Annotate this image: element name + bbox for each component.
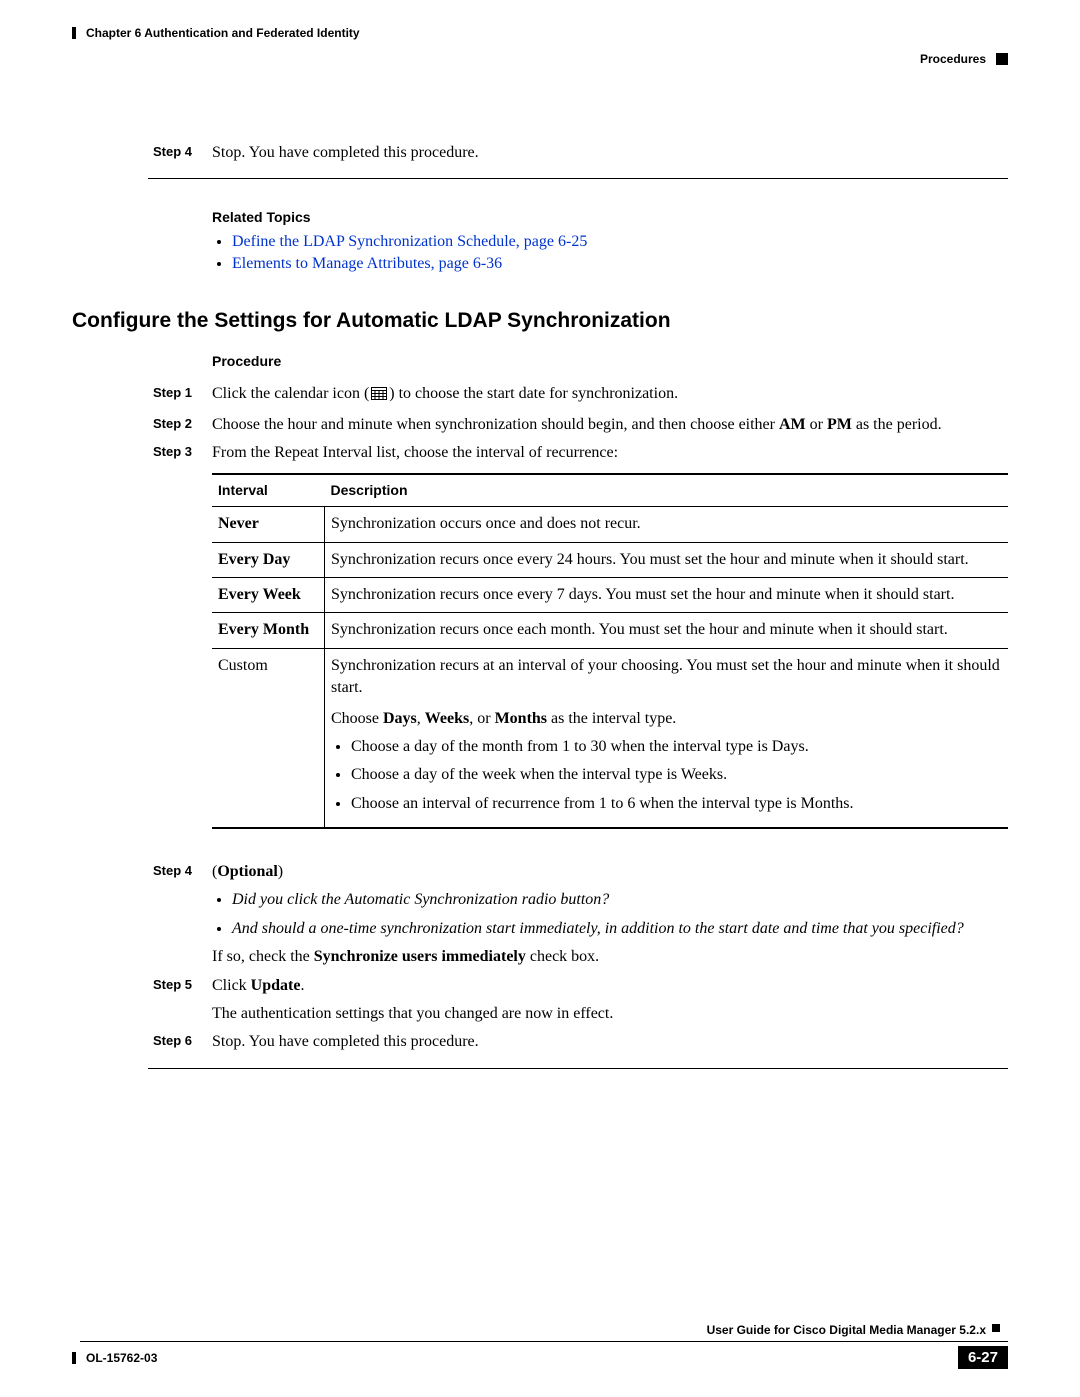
procedure-heading: Procedure (212, 353, 1008, 369)
step-text: Stop. You have completed this procedure. (212, 142, 1008, 164)
footer-bar-icon (72, 1352, 76, 1364)
step-label: Step 3 (72, 442, 212, 829)
step-body: (Optional) Did you click the Automatic S… (212, 861, 1008, 969)
step-row: Step 1 Click the calendar icon ( ) to cho… (72, 383, 1008, 407)
step-row: Step 4 Stop. You have completed this pro… (72, 142, 1008, 164)
step-text: Choose the hour and minute when synchron… (212, 416, 779, 433)
step-row: Step 4 (Optional) Did you click the Auto… (72, 861, 1008, 969)
pm-label: PM (827, 416, 852, 433)
footer-row: OL-15762-03 6-27 (72, 1346, 1008, 1369)
footer-guide-title: User Guide for Cisco Digital Media Manag… (72, 1323, 1000, 1337)
section-header: Procedures (72, 52, 1008, 66)
page-footer: User Guide for Cisco Digital Media Manag… (72, 1323, 1008, 1369)
table-header-row: Interval Description (212, 474, 1008, 507)
step-text: Click the calendar icon ( (212, 385, 369, 402)
interval-name: Never (212, 507, 325, 542)
step-text: Stop. You have completed this procedure. (212, 1031, 1008, 1053)
interval-name: Every Week (212, 577, 325, 612)
table-row: Every Month Synchronization recurs once … (212, 613, 1008, 648)
related-link[interactable]: Define the LDAP Synchronization Schedule… (232, 233, 587, 250)
step-row: Step 3 From the Repeat Interval list, ch… (72, 442, 1008, 829)
interval-desc: Synchronization occurs once and does not… (325, 507, 1009, 542)
related-link-item: Define the LDAP Synchronization Schedule… (232, 233, 1008, 251)
interval-desc: Synchronization recurs once each month. … (325, 613, 1009, 648)
step-label: Step 1 (72, 383, 212, 407)
step-row: Step 5 Click Update. The authentication … (72, 975, 1008, 1026)
custom-list-item: Choose a day of the week when the interv… (351, 764, 1002, 786)
table-header: Description (325, 474, 1009, 507)
custom-list: Choose a day of the month from 1 to 30 w… (351, 736, 1002, 815)
calendar-icon (371, 385, 387, 407)
related-topics-heading: Related Topics (212, 209, 1008, 225)
interval-desc-custom: Synchronization recurs at an interval of… (325, 648, 1009, 828)
interval-name: Every Day (212, 542, 325, 577)
footer-doc-id: OL-15762-03 (72, 1351, 157, 1365)
page-number: 6-27 (958, 1346, 1008, 1369)
ifso-line: If so, check the Synchronize users immed… (212, 946, 1008, 968)
table-row: Custom Synchronization recurs at an inte… (212, 648, 1008, 828)
optional-label: Optional (217, 863, 277, 880)
step-label: Step 4 (72, 142, 212, 164)
question-item: Did you click the Automatic Synchronizat… (232, 889, 1008, 911)
table-row: Every Day Synchronization recurs once ev… (212, 542, 1008, 577)
page: Chapter 6 Authentication and Federated I… (0, 0, 1080, 1397)
step-label: Step 5 (72, 975, 212, 1026)
step-text: ) to choose the start date for synchroni… (389, 385, 678, 402)
header-bar-icon (72, 27, 76, 39)
step-label: Step 2 (72, 414, 212, 436)
related-link[interactable]: Elements to Manage Attributes, page 6-36 (232, 255, 502, 272)
footer-marker-icon (992, 1324, 1000, 1332)
chapter-title: Chapter 6 Authentication and Federated I… (86, 26, 360, 40)
question-item: And should a one-time synchronization st… (232, 918, 1008, 940)
interval-desc: Synchronization recurs once every 7 days… (325, 577, 1009, 612)
step-body: Click the calendar icon ( ) to choose the… (212, 383, 1008, 407)
am-label: AM (779, 416, 806, 433)
section-marker-icon (996, 53, 1008, 65)
step-row: Step 6 Stop. You have completed this pro… (72, 1031, 1008, 1053)
step-text: From the Repeat Interval list, choose th… (212, 444, 618, 461)
custom-p2: Choose Days, Weeks, or Months as the int… (331, 708, 1002, 730)
custom-list-item: Choose a day of the month from 1 to 30 w… (351, 736, 1002, 758)
step-row: Step 2 Choose the hour and minute when s… (72, 414, 1008, 436)
section-title: Configure the Settings for Automatic LDA… (72, 309, 1008, 333)
step-label: Step 6 (72, 1031, 212, 1053)
custom-list-item: Choose an interval of recurrence from 1 … (351, 793, 1002, 815)
table-row: Every Week Synchronization recurs once e… (212, 577, 1008, 612)
step-body: From the Repeat Interval list, choose th… (212, 442, 1008, 829)
step-after: The authentication settings that you cha… (212, 1003, 1008, 1025)
related-link-item: Elements to Manage Attributes, page 6-36 (232, 255, 1008, 273)
chapter-header: Chapter 6 Authentication and Federated I… (72, 26, 1008, 40)
step-text: as the period. (852, 416, 942, 433)
interval-table: Interval Description Never Synchronizati… (212, 473, 1008, 830)
interval-name: Every Month (212, 613, 325, 648)
table-header: Interval (212, 474, 325, 507)
step-body: Click Update. The authentication setting… (212, 975, 1008, 1026)
step-label: Step 4 (72, 861, 212, 969)
optional-questions: Did you click the Automatic Synchronizat… (232, 889, 1008, 940)
table-row: Never Synchronization occurs once and do… (212, 507, 1008, 542)
step-text: or (806, 416, 827, 433)
custom-p1: Synchronization recurs at an interval of… (331, 655, 1002, 700)
step-body: Choose the hour and minute when synchron… (212, 414, 1008, 436)
divider (148, 1068, 1008, 1069)
related-topics-list: Define the LDAP Synchronization Schedule… (232, 233, 1008, 273)
interval-name: Custom (212, 648, 325, 828)
divider (148, 178, 1008, 179)
footer-line (80, 1341, 1008, 1342)
interval-desc: Synchronization recurs once every 24 hou… (325, 542, 1009, 577)
section-name: Procedures (920, 52, 986, 66)
